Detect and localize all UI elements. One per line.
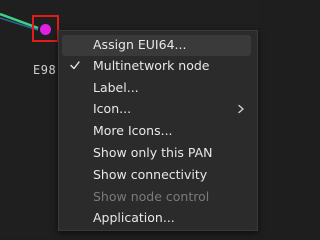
context-menu: Assign EUI64... Multinetwork node Label.… — [58, 30, 258, 231]
chevron-right-icon — [238, 104, 244, 114]
menu-item-assign-eui64[interactable]: Assign EUI64... — [62, 35, 251, 56]
menu-item-icon[interactable]: Icon... — [62, 99, 251, 120]
menu-item-label-edit[interactable]: Label... — [62, 78, 251, 99]
check-icon — [70, 61, 80, 70]
menu-item-label: Icon... — [93, 101, 132, 116]
menu-item-label: Multinetwork node — [93, 58, 210, 73]
menu-item-label: More Icons... — [93, 123, 173, 138]
menu-item-label: Assign EUI64... — [93, 37, 187, 52]
menu-item-more-icons[interactable]: More Icons... — [62, 121, 251, 142]
menu-item-label: Show connectivity — [93, 167, 208, 182]
menu-item-label: Label... — [93, 80, 139, 95]
node-icon[interactable] — [40, 24, 51, 35]
menu-item-multinetwork-node[interactable]: Multinetwork node — [62, 56, 251, 77]
node-label: E98 — [33, 63, 57, 77]
menu-item-show-connectivity[interactable]: Show connectivity — [62, 165, 251, 186]
menu-item-label: Show only this PAN — [93, 145, 213, 160]
menu-item-show-node-control: Show node control — [62, 187, 251, 208]
menu-item-show-only-this-pan[interactable]: Show only this PAN — [62, 143, 251, 164]
menu-item-label: Show node control — [93, 189, 210, 204]
menu-item-application[interactable]: Application... — [62, 208, 251, 229]
menu-item-label: Application... — [93, 210, 175, 225]
